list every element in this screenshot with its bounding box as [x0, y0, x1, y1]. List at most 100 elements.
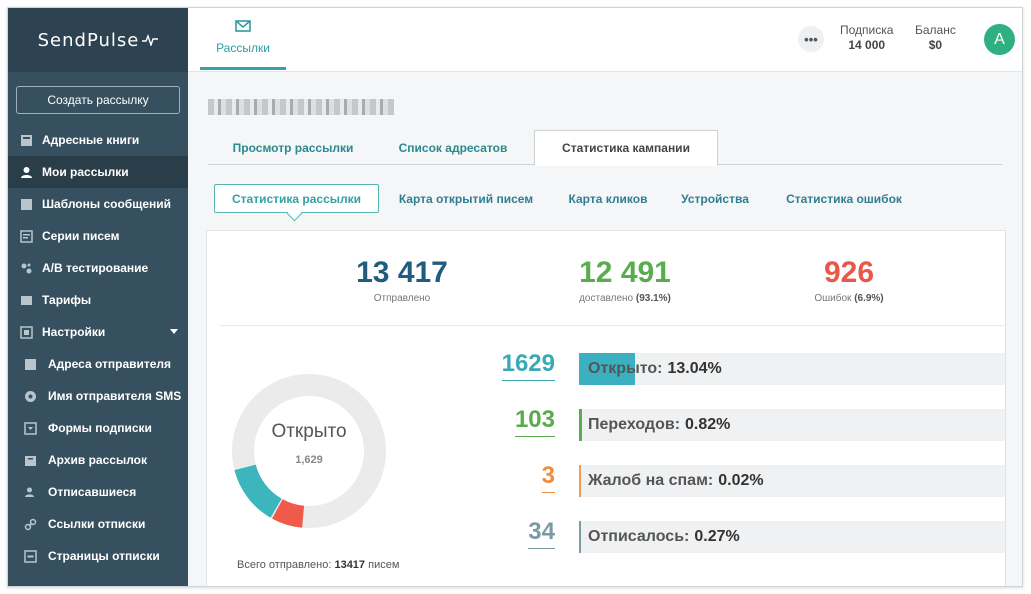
- total-sent: Всего отправлено: 13417 писем: [237, 559, 437, 571]
- total-suffix: писем: [368, 559, 400, 571]
- avatar[interactable]: A: [984, 24, 1015, 55]
- total-prefix: Всего отправлено:: [237, 559, 332, 571]
- form-icon: [24, 421, 37, 435]
- user-icon: [20, 166, 33, 179]
- sidebar-item-unsubscribe-pages[interactable]: Страницы отписки: [8, 540, 188, 572]
- sms-icon: [24, 390, 37, 403]
- sidebar-item-pricing[interactable]: Тарифы: [8, 284, 188, 316]
- logo[interactable]: SendPulse: [8, 8, 188, 72]
- sidebar-item-label: Архив рассылок: [48, 453, 147, 467]
- sidebar-item-unsubscribed[interactable]: Отписавшиеся: [8, 476, 188, 508]
- metric-count-value: 34: [528, 518, 555, 549]
- delivered-value: 12 491: [579, 256, 671, 289]
- sidebar-item-templates[interactable]: Шаблоны сообщений: [8, 188, 188, 220]
- sidebar-item-label: A/B тестирование: [42, 261, 149, 275]
- subtab-mailing-stats[interactable]: Статистика рассылки: [214, 184, 379, 213]
- subtab-error-stats[interactable]: Статистика ошибок: [774, 184, 914, 213]
- sidebar-item-campaign-archive[interactable]: Архив рассылок: [8, 444, 188, 476]
- sidebar-item-label: Формы подписки: [48, 421, 152, 435]
- sidebar-item-series[interactable]: Серии писем: [8, 220, 188, 252]
- errors-summary: 926 Ошибок (6.9%): [749, 253, 949, 304]
- metric-count-value: 3: [541, 462, 555, 493]
- app-window: SendPulse Создать рассылку Адресные книг…: [7, 7, 1023, 587]
- sidebar-item-settings[interactable]: Настройки: [8, 316, 188, 348]
- balance-value: $0: [928, 38, 943, 52]
- main-content: Просмотр рассылки Список адресатов Стати…: [188, 73, 1022, 586]
- subscription-info[interactable]: Подписка 14 000: [840, 23, 893, 53]
- subscription-value: 14 000: [848, 38, 886, 52]
- metric-bar-fill: [579, 409, 582, 441]
- more-button[interactable]: •••: [798, 26, 824, 52]
- sidebar-item-unsubscribe-links[interactable]: Ссылки отписки: [8, 508, 188, 540]
- metric-label: Открыто:: [588, 360, 663, 377]
- subtab-devices[interactable]: Устройства: [670, 184, 760, 213]
- mail-icon: [235, 20, 251, 41]
- sidebar-item-my-campaigns[interactable]: Мои рассылки: [8, 156, 188, 188]
- header: Рассылки ••• Подписка 14 000 Баланс $0 A: [188, 8, 1022, 72]
- sidebar-item-label: Настройки: [42, 325, 106, 339]
- balance-info[interactable]: Баланс $0: [915, 23, 956, 53]
- stats-subtabs: Статистика рассылки Карта открытий писем…: [206, 184, 1006, 214]
- metric-bar: Отписалось: 0.27%: [579, 521, 1005, 553]
- sidebar-item-label: Серии писем: [42, 229, 120, 243]
- subscription-label: Подписка: [840, 23, 894, 37]
- sidebar-item-address-books[interactable]: Адресные книги: [8, 124, 188, 156]
- metric-bar: Открыто: 13.04%: [579, 353, 1005, 385]
- metric-count: 34: [495, 518, 555, 549]
- metric-value: 13.04%: [667, 360, 722, 377]
- metric-count-value: 1629: [501, 350, 555, 381]
- sent-summary: 13 417 Отправлено: [302, 253, 502, 304]
- sidebar-item-sms-sender[interactable]: Имя отправителя SMS: [8, 380, 188, 412]
- metric-bar-fill: [579, 521, 581, 553]
- campaign-title-blurred: [208, 99, 394, 115]
- metric-bar: Переходов: 0.82%: [579, 409, 1005, 441]
- tab-preview[interactable]: Просмотр рассылки: [208, 130, 378, 165]
- divider: [219, 325, 1005, 326]
- archive-icon: [24, 454, 37, 467]
- tab-label: Рассылки: [216, 41, 270, 55]
- donut-label: Открыто: [271, 421, 347, 442]
- create-campaign-button[interactable]: Создать рассылку: [16, 86, 180, 114]
- address-book-icon: [20, 134, 33, 147]
- settings-icon: [20, 325, 33, 339]
- sidebar-item-label: Тарифы: [42, 293, 92, 307]
- sidebar: SendPulse Создать рассылку Адресные книг…: [8, 8, 188, 586]
- errors-pct: (6.9%): [854, 293, 884, 304]
- sidebar-item-label: Ссылки отписки: [48, 517, 146, 531]
- tab-campaigns[interactable]: Рассылки: [200, 8, 286, 70]
- tab-campaign-stats[interactable]: Статистика кампании: [534, 130, 718, 166]
- sidebar-item-label: Отписавшиеся: [48, 485, 137, 499]
- link-icon: [24, 518, 37, 531]
- sent-value: 13 417: [356, 256, 448, 289]
- metric-label: Отписалось:: [588, 528, 690, 545]
- metric-value: 0.27%: [694, 528, 740, 545]
- metric-count: 103: [495, 406, 555, 437]
- pricing-icon: [20, 294, 33, 307]
- sidebar-item-ab-testing[interactable]: A/B тестирование: [8, 252, 188, 284]
- errors-value: 926: [823, 256, 875, 289]
- metric-count-value: 103: [514, 406, 555, 437]
- delivered-summary: 12 491 доставлено (93.1%): [525, 253, 725, 304]
- sidebar-item-label: Адреса отправителя: [48, 357, 172, 371]
- metric-label: Переходов:: [588, 416, 681, 433]
- metric-value: 0.02%: [718, 472, 764, 489]
- subtab-open-map[interactable]: Карта открытий писем: [386, 184, 546, 213]
- template-icon: [20, 198, 33, 211]
- donut-value: 1,629: [295, 454, 323, 466]
- metric-text: Жалоб на спам: 0.02%: [588, 465, 764, 497]
- sidebar-item-label: Мои рассылки: [42, 165, 129, 179]
- subtab-click-map[interactable]: Карта кликов: [558, 184, 658, 213]
- sidebar-item-sender-addresses[interactable]: Адреса отправителя: [8, 348, 188, 380]
- metric-text: Открыто: 13.04%: [588, 353, 722, 385]
- sidebar-item-label: Имя отправителя SMS: [48, 389, 182, 403]
- errors-label: Ошибок: [814, 293, 852, 304]
- page-icon: [24, 549, 37, 563]
- tab-recipients[interactable]: Список адресатов: [378, 130, 528, 165]
- metric-label: Жалоб на спам:: [588, 472, 714, 489]
- metric-count: 3: [495, 462, 555, 493]
- series-icon: [20, 229, 33, 243]
- sidebar-item-subscription-forms[interactable]: Формы подписки: [8, 412, 188, 444]
- user-minus-icon: [24, 486, 37, 499]
- delivered-label: доставлено: [579, 293, 634, 304]
- campaign-tabs: Просмотр рассылки Список адресатов Стати…: [208, 130, 1002, 166]
